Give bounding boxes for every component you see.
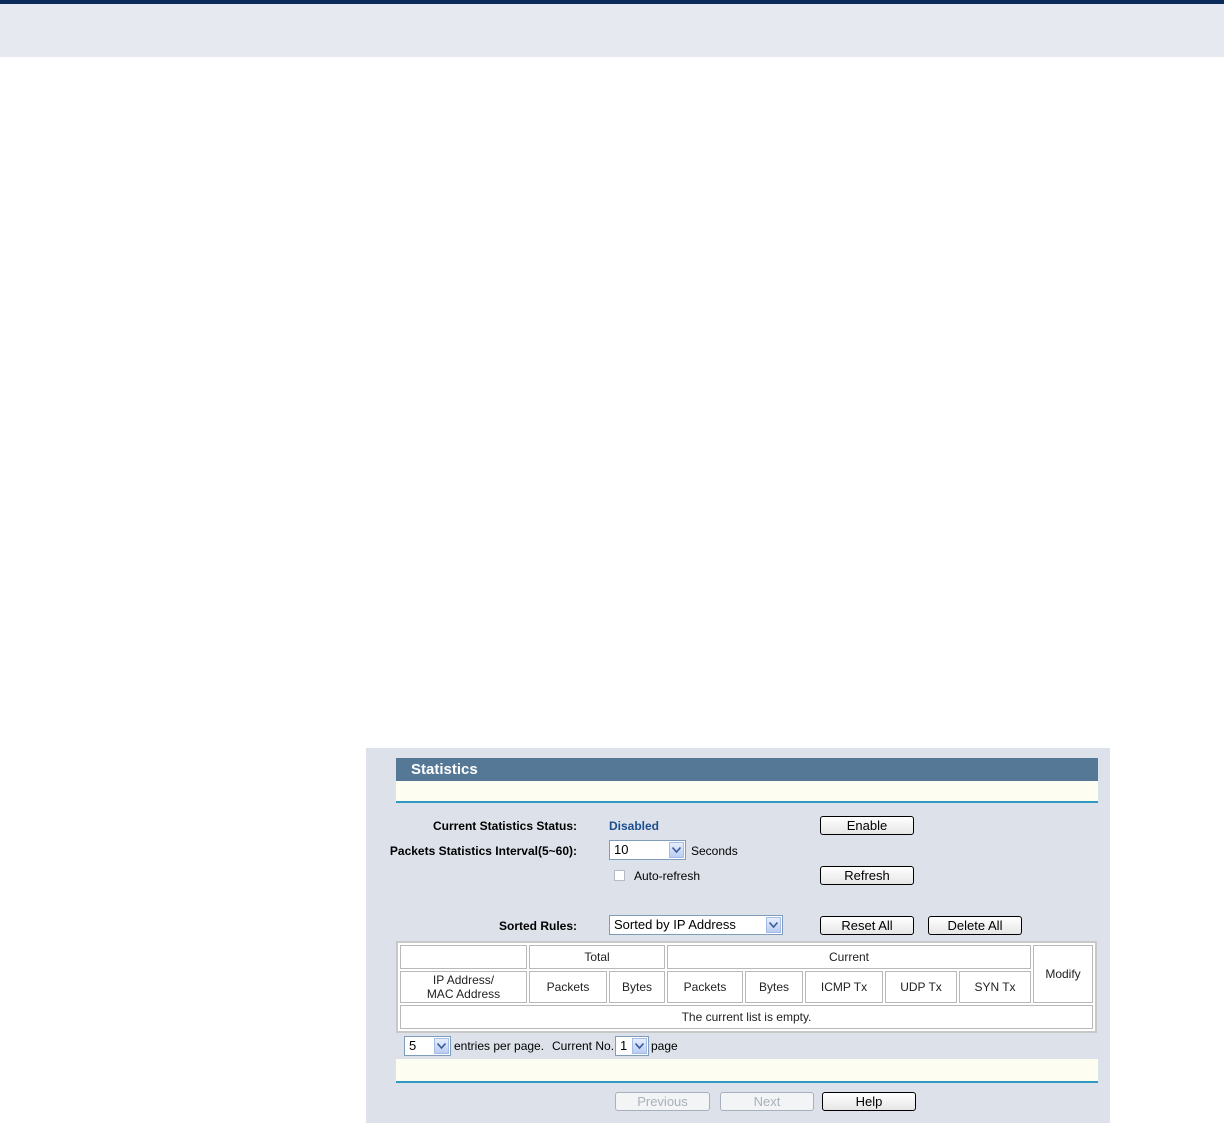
table-header-total: Total [529, 945, 665, 969]
interval-unit: Seconds [691, 844, 738, 858]
delete-all-button[interactable]: Delete All [928, 916, 1022, 935]
table-header-icmp-tx: ICMP Tx [805, 971, 883, 1003]
address-header-line2: MAC Address [426, 987, 501, 1001]
table-header-current: Current [667, 945, 1031, 969]
table-header-syn-tx: SYN Tx [959, 971, 1031, 1003]
interval-label: Packets Statistics Interval(5~60): [389, 844, 577, 858]
chevron-down-icon[interactable] [766, 917, 781, 933]
entries-per-page-value: 5 [409, 1038, 417, 1053]
statistics-table: Total Current Modify IP Address/ MAC Add… [396, 941, 1097, 1033]
page-text: page [651, 1039, 678, 1053]
table-header-modify: Modify [1033, 945, 1093, 1003]
table-header-total-bytes: Bytes [609, 971, 665, 1003]
interval-select[interactable]: 10 [609, 840, 686, 860]
sorted-rules-value: Sorted by IP Address [614, 917, 736, 932]
statistics-panel: Statistics Current Statistics Status: Di… [366, 748, 1110, 1123]
interval-select-value: 10 [614, 842, 629, 857]
chevron-down-icon[interactable] [669, 842, 684, 858]
address-header-line1: IP Address/ [432, 973, 495, 987]
chevron-down-icon[interactable] [434, 1038, 449, 1054]
chevron-down-icon[interactable] [632, 1038, 647, 1054]
top-divider-band [396, 781, 1098, 803]
panel-title: Statistics [396, 758, 1098, 781]
table-header-total-packets: Packets [529, 971, 607, 1003]
current-no-label: Current No. [552, 1039, 615, 1053]
help-button[interactable]: Help [822, 1092, 916, 1111]
page-select[interactable]: 1 [615, 1036, 649, 1056]
auto-refresh-checkbox[interactable] [614, 870, 625, 881]
reset-all-button[interactable]: Reset All [820, 916, 914, 935]
entries-per-page-select[interactable]: 5 [404, 1036, 451, 1056]
top-banner [0, 0, 1224, 57]
status-value: Disabled [609, 819, 660, 833]
sorted-rules-label: Sorted Rules: [498, 919, 577, 933]
table-header-udp-tx: UDP Tx [885, 971, 957, 1003]
table-header-address: IP Address/ MAC Address [400, 971, 527, 1003]
page-select-value: 1 [620, 1038, 628, 1053]
previous-button[interactable]: Previous [615, 1092, 710, 1111]
refresh-button[interactable]: Refresh [820, 866, 914, 885]
table-header-current-packets: Packets [667, 971, 743, 1003]
status-label: Current Statistics Status: [432, 819, 577, 833]
table-empty-message: The current list is empty. [400, 1005, 1093, 1029]
enable-button[interactable]: Enable [820, 816, 914, 835]
next-button[interactable]: Next [720, 1092, 814, 1111]
table-header-blank [400, 945, 527, 969]
sorted-rules-select[interactable]: Sorted by IP Address [609, 915, 783, 935]
entries-per-page-text: entries per page. [454, 1039, 545, 1053]
bottom-divider-band [396, 1059, 1098, 1083]
auto-refresh-label: Auto-refresh [634, 869, 701, 883]
table-header-current-bytes: Bytes [745, 971, 803, 1003]
